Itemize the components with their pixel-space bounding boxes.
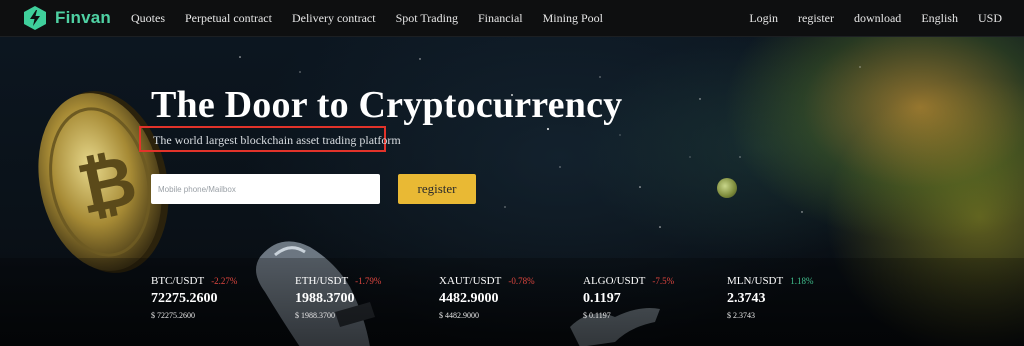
account-nav: Login register download English USD [729,11,1002,26]
ticker-price: 4482.9000 [439,291,499,306]
hero-banner: ₿ The Door to Cryptocurrency The world l… [0,37,1024,346]
ticker-change: -1.79% [355,276,382,286]
ticker-usd-price: $ 72275.2600 [151,311,195,320]
language-selector[interactable]: English [921,11,958,26]
ticker-change: -7.5% [652,276,675,286]
currency-selector[interactable]: USD [978,11,1002,26]
ticker-usd-price: $ 4482.9000 [439,311,479,320]
hero-subtitle: The world largest blockchain asset tradi… [153,133,401,147]
ticker-pair: BTC/USDT [151,275,205,287]
ticker-change: 1.18% [790,276,814,286]
moon-planet-image [717,178,737,198]
nav-perpetual-contract[interactable]: Perpetual contract [185,11,272,26]
nav-financial[interactable]: Financial [478,11,523,26]
nav-delivery-contract[interactable]: Delivery contract [292,11,376,26]
ticker-pair: MLN/USDT [727,275,784,287]
phone-email-input[interactable] [151,174,380,204]
ticker-price: 2.3743 [727,291,766,306]
ticker-usd-price: $ 1988.3700 [295,311,335,320]
nav-mining-pool[interactable]: Mining Pool [543,11,603,26]
ticker-usd-price: $ 2.3743 [727,311,755,320]
ticker-algo-usdt[interactable]: ALGO/USDT -7.5% 0.1197 $ 0.1197 [583,275,713,320]
brand-logo[interactable]: Finvan [24,6,111,30]
top-navigation-bar: Finvan Quotes Perpetual contract Deliver… [0,0,1024,37]
download-link[interactable]: download [854,11,901,26]
ticker-price: 1988.3700 [295,291,355,306]
nav-quotes[interactable]: Quotes [131,11,165,26]
ticker-change: -2.27% [211,276,238,286]
register-link[interactable]: register [798,11,834,26]
brand-name: Finvan [55,8,111,27]
ticker-usd-price: $ 0.1197 [583,311,611,320]
ticker-pair: XAUT/USDT [439,275,502,287]
login-link[interactable]: Login [749,11,778,26]
ticker-btc-usdt[interactable]: BTC/USDT -2.27% 72275.2600 $ 72275.2600 [151,275,281,320]
ticker-price: 72275.2600 [151,291,218,306]
nav-spot-trading[interactable]: Spot Trading [396,11,458,26]
ticker-pair: ALGO/USDT [583,275,646,287]
main-nav: Quotes Perpetual contract Delivery contr… [131,11,623,26]
lightning-logo-icon [24,6,46,30]
register-button[interactable]: register [398,174,476,204]
ticker-eth-usdt[interactable]: ETH/USDT -1.79% 1988.3700 $ 1988.3700 [295,275,425,320]
ticker-change: -0.78% [508,276,535,286]
ticker-mln-usdt[interactable]: MLN/USDT 1.18% 2.3743 $ 2.3743 [727,275,857,320]
ticker-price: 0.1197 [583,291,621,306]
ticker-pair: ETH/USDT [295,275,349,287]
ticker-xaut-usdt[interactable]: XAUT/USDT -0.78% 4482.9000 $ 4482.9000 [439,275,569,320]
hero-title: The Door to Cryptocurrency [151,84,623,126]
